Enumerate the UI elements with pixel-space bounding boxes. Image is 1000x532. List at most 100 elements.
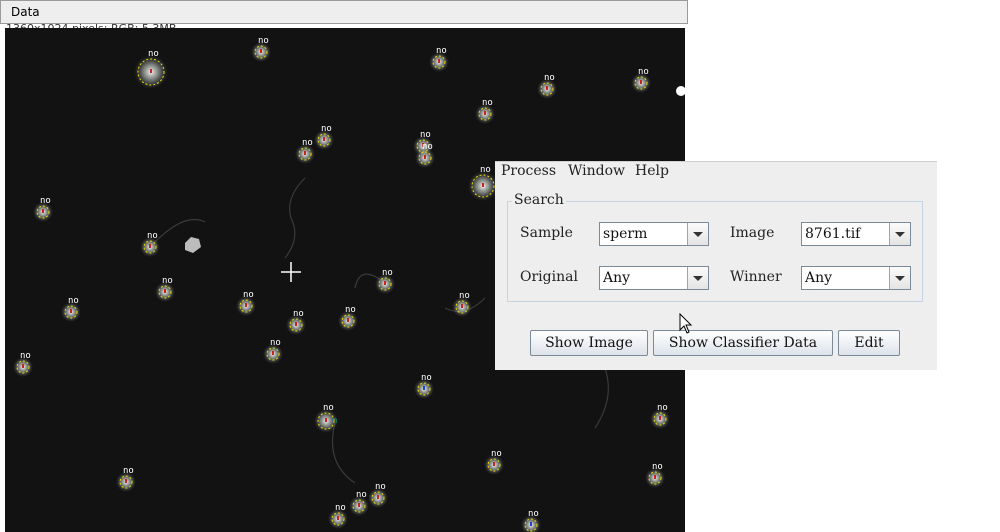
- cell-head-marker: [323, 137, 325, 141]
- cell-label: no: [436, 46, 447, 56]
- show-image-button[interactable]: Show Image: [530, 330, 648, 356]
- cell-label: no: [321, 124, 332, 134]
- image-window-title: Data: [11, 5, 40, 19]
- cell-label: no: [459, 291, 470, 301]
- cell-label: no: [491, 449, 502, 459]
- search-legend: Search: [512, 192, 566, 208]
- sperm-cell-detection[interactable]: no: [650, 403, 670, 429]
- sperm-cell-detection[interactable]: no: [414, 373, 434, 399]
- cell-head-marker: [423, 386, 425, 390]
- cell-head-marker: [530, 522, 532, 526]
- cell-label: no: [375, 482, 386, 492]
- sperm-cell-detection[interactable]: no: [484, 449, 504, 475]
- crosshair-icon: [281, 262, 301, 282]
- cell-label: no: [243, 290, 254, 300]
- cell-head-marker: [347, 318, 349, 322]
- cell-head-marker: [295, 322, 297, 326]
- bright-spot: [676, 86, 685, 96]
- sperm-cell-detection[interactable]: no: [295, 138, 315, 164]
- cell-label: no: [123, 466, 134, 476]
- original-value: Any: [603, 270, 631, 286]
- cell-label: no: [323, 403, 334, 413]
- sperm-cell-detection[interactable]: no: [61, 296, 81, 322]
- cell-head-marker: [358, 503, 360, 507]
- cell-head-marker: [461, 304, 463, 308]
- sperm-cell-detection[interactable]: no: [236, 290, 256, 316]
- cell-label: no: [68, 296, 79, 306]
- cell-label: no: [544, 73, 555, 83]
- cell-head-marker: [164, 289, 166, 293]
- cell-label: no: [335, 503, 346, 513]
- cell-head-marker: [484, 111, 486, 115]
- sperm-cell-detection[interactable]: no: [140, 231, 160, 257]
- sperm-cell-detection[interactable]: no: [134, 49, 168, 89]
- cell-label: no: [420, 130, 431, 140]
- cell-head-marker: [42, 209, 44, 213]
- sperm-cell-detection[interactable]: no: [116, 466, 136, 492]
- sperm-cell-detection[interactable]: no: [328, 503, 348, 529]
- chevron-down-icon[interactable]: [889, 267, 910, 289]
- cell-head-marker: [424, 155, 426, 159]
- sperm-cell-detection[interactable]: no: [155, 276, 175, 302]
- sperm-cell-detection[interactable]: no: [429, 46, 449, 72]
- edit-button[interactable]: Edit: [838, 330, 900, 356]
- sample-select[interactable]: sperm: [599, 222, 709, 246]
- menu-window[interactable]: Window: [568, 163, 625, 179]
- sperm-cell-detection[interactable]: no: [33, 196, 53, 222]
- cell-label: no: [482, 98, 493, 108]
- image-value: 8761.tif: [805, 226, 861, 242]
- image-window-titlebar[interactable]: Data: [0, 0, 688, 24]
- sperm-cell-detection[interactable]: no: [338, 305, 358, 331]
- cell-label: no: [148, 49, 159, 59]
- cell-label: no: [356, 490, 367, 500]
- cell-label: no: [652, 462, 663, 472]
- cell-label: no: [270, 338, 281, 348]
- chevron-down-icon[interactable]: [687, 223, 708, 245]
- selected-cell-label: n: [332, 416, 337, 426]
- menu-process[interactable]: Process: [501, 163, 556, 179]
- menu-help[interactable]: Help: [635, 163, 669, 179]
- sperm-cell-detection[interactable]: no: [314, 124, 334, 150]
- sperm-cell-detection[interactable]: no: [468, 165, 498, 201]
- chevron-down-icon[interactable]: [687, 267, 708, 289]
- cell-label: no: [162, 276, 173, 286]
- sperm-cell-detection[interactable]: no: [521, 509, 541, 532]
- winner-label: Winner: [730, 269, 782, 285]
- sperm-cell-detection[interactable]: no: [349, 490, 369, 516]
- sperm-cell-detection[interactable]: no: [452, 291, 472, 317]
- cell-head-marker: [654, 475, 656, 479]
- sperm-cell-detection[interactable]: no: [375, 268, 395, 294]
- sperm-cell-detection[interactable]: no: [263, 338, 283, 364]
- cell-head-marker: [149, 244, 151, 248]
- cell-head-marker: [438, 59, 440, 63]
- sperm-cell-detection[interactable]: no: [645, 462, 665, 488]
- cell-head-marker: [640, 80, 642, 84]
- menu-bar: Process Window Help: [495, 162, 937, 182]
- debris-blob: [185, 237, 201, 253]
- cell-label: no: [40, 196, 51, 206]
- cell-head-marker: [150, 69, 152, 73]
- cell-head-marker: [546, 86, 548, 90]
- sample-label: Sample: [520, 225, 573, 241]
- cell-head-marker: [272, 351, 274, 355]
- sperm-tail: [284, 177, 306, 259]
- sperm-cell-detection[interactable]: no: [368, 482, 388, 508]
- cell-label: no: [657, 403, 668, 413]
- cell-label: no: [480, 165, 491, 175]
- original-select[interactable]: Any: [599, 266, 709, 290]
- cell-head-marker: [22, 364, 24, 368]
- cell-head-marker: [493, 462, 495, 466]
- sperm-cell-detection[interactable]: no: [475, 98, 495, 124]
- cell-head-marker: [325, 418, 327, 422]
- cell-head-marker: [245, 303, 247, 307]
- winner-select[interactable]: Any: [801, 266, 911, 290]
- image-select[interactable]: 8761.tif: [801, 222, 911, 246]
- sperm-cell-detection[interactable]: no: [251, 36, 271, 62]
- cell-head-marker: [384, 281, 386, 285]
- sperm-cell-detection[interactable]: no: [13, 351, 33, 377]
- cell-head-marker: [125, 479, 127, 483]
- sperm-cell-detection[interactable]: no: [286, 309, 306, 335]
- sperm-cell-detection[interactable]: no: [537, 73, 557, 99]
- sperm-cell-detection[interactable]: no: [631, 67, 651, 93]
- chevron-down-icon[interactable]: [889, 223, 910, 245]
